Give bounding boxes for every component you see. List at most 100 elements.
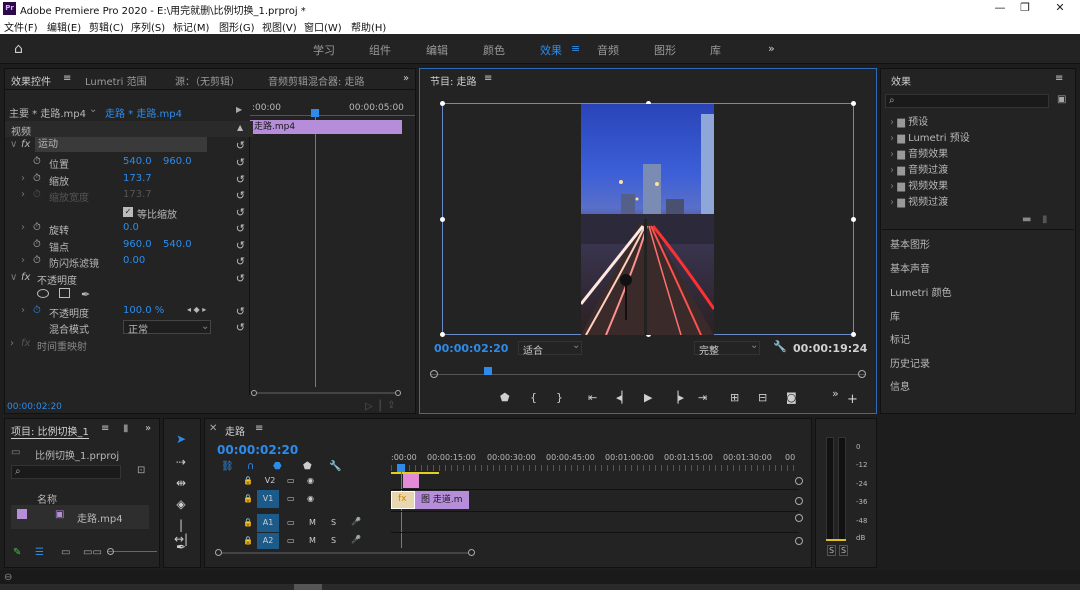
expand-icon[interactable]: › xyxy=(21,173,25,184)
transform-handle[interactable] xyxy=(851,101,856,106)
v1-clip[interactable]: 图 走道.m xyxy=(415,491,469,509)
panel-markers[interactable]: 标记 xyxy=(890,331,910,346)
keyframe-nav-icon[interactable]: ◂ ◆ ▸ xyxy=(187,305,206,314)
lift-icon[interactable]: ⊞ xyxy=(730,391,739,404)
step-forward-icon[interactable]: ▕▸ xyxy=(670,391,684,404)
timeline-playhead[interactable] xyxy=(397,464,405,472)
linked-selection-icon[interactable]: ⬣ xyxy=(273,461,282,472)
play-icon[interactable]: ▶ xyxy=(644,391,652,404)
tab-effect-controls[interactable]: 效果控件 xyxy=(11,73,51,88)
zoom-slider[interactable] xyxy=(107,548,157,555)
menu-sequence[interactable]: 序列(S) xyxy=(131,19,165,34)
add-marker-icon[interactable]: ⬟ xyxy=(303,461,312,472)
stopwatch-active-icon[interactable]: ⏱ xyxy=(33,305,41,316)
sync-lock-icon[interactable]: ▭ xyxy=(287,494,295,503)
export-frame-icon[interactable]: ◙ xyxy=(786,391,797,404)
reset-icon[interactable]: ↺ xyxy=(236,255,245,268)
ws-effects[interactable]: 效果 xyxy=(540,42,562,58)
project-item-row[interactable]: ▣ 走路.mp4 xyxy=(11,505,149,529)
lock-icon[interactable]: 🔒 xyxy=(243,518,253,527)
timeline-ruler[interactable]: :00:00 00:00:15:00 00:00:30:00 00:00:45:… xyxy=(391,449,799,475)
expand-icon[interactable]: › xyxy=(21,222,25,233)
scale-value[interactable]: 173.7 xyxy=(123,173,152,184)
menu-help[interactable]: 帮助(H) xyxy=(351,19,386,34)
panel-history[interactable]: 历史记录 xyxy=(890,355,930,370)
nest-icon[interactable]: ⛓ xyxy=(221,461,234,472)
v2-clip[interactable] xyxy=(403,474,419,488)
sync-lock-icon[interactable]: ▭ xyxy=(287,536,295,545)
v1-clip-thumbnail[interactable]: fx xyxy=(391,491,415,509)
track-a1-header[interactable]: 🔒 A1 ▭ M S 🎤 xyxy=(207,514,389,532)
ws-editing[interactable]: 编辑 xyxy=(426,42,448,58)
anchor-x[interactable]: 960.0 xyxy=(123,239,152,250)
effects-item-video-effects[interactable]: › ▆ 视频效果 xyxy=(890,177,948,192)
reset-icon[interactable]: ↺ xyxy=(236,206,245,219)
track-label-a2[interactable]: A2 xyxy=(257,533,279,549)
name-column-header[interactable]: 名称 xyxy=(37,491,57,506)
menu-graphics[interactable]: 图形(G) xyxy=(219,19,255,34)
project-item-name[interactable]: 走路.mp4 xyxy=(77,510,123,525)
extract-icon[interactable]: ⊟ xyxy=(758,391,767,404)
project-search-input[interactable]: ⌕ xyxy=(11,465,121,479)
track-label-v2[interactable]: V2 xyxy=(261,476,279,485)
expand-icon[interactable]: › xyxy=(21,255,25,266)
razor-tool-icon[interactable]: ◈ xyxy=(172,497,190,515)
ws-learn[interactable]: 学习 xyxy=(313,42,335,58)
find-icon[interactable]: ⊡ xyxy=(137,465,145,476)
timeline-menu-icon[interactable]: ≡ xyxy=(255,423,263,434)
position-x[interactable]: 540.0 xyxy=(123,156,152,167)
ws-color[interactable]: 颜色 xyxy=(483,42,505,58)
time-remap-label[interactable]: 时间重映射 xyxy=(37,338,87,353)
project-menu-icon[interactable]: ≡ xyxy=(101,423,109,434)
ellipse-mask-icon[interactable] xyxy=(37,289,49,298)
project-title[interactable]: 项目: 比例切换_1 xyxy=(11,423,89,439)
stopwatch-icon[interactable]: ⏱ xyxy=(33,173,41,184)
anchor-y[interactable]: 540.0 xyxy=(163,239,192,250)
motion-label[interactable]: 运动 xyxy=(35,137,207,152)
taskbar-button[interactable] xyxy=(294,584,322,590)
go-to-out-icon[interactable]: ⇥ xyxy=(698,391,707,404)
freeform-view-icon[interactable]: ▭▭ xyxy=(83,547,102,558)
panel-more-icon[interactable]: » xyxy=(403,73,409,84)
program-timecode[interactable]: 00:00:02:20 xyxy=(434,342,508,355)
mute-button[interactable]: M xyxy=(309,536,316,545)
close-sequence-icon[interactable]: ✕ xyxy=(209,423,217,434)
v-scroll-knob[interactable] xyxy=(795,537,803,545)
reset-icon[interactable]: ↺ xyxy=(236,156,245,169)
home-icon[interactable]: ⌂ xyxy=(14,41,23,57)
timeline-timecode[interactable]: 00:00:02:20 xyxy=(217,443,298,457)
ec-timecode[interactable]: 00:00:02:20 xyxy=(7,402,62,412)
solo-left-button[interactable]: S xyxy=(827,545,837,556)
expand-icon[interactable]: › xyxy=(21,305,25,316)
list-view-icon[interactable]: ☰ xyxy=(35,547,44,558)
menu-edit[interactable]: 编辑(E) xyxy=(47,19,81,34)
effects-menu-icon[interactable]: ≡ xyxy=(1055,73,1063,84)
solo-button[interactable]: S xyxy=(331,518,336,527)
tab-audio-clip-mixer[interactable]: 音频剪辑混合器: 走路 xyxy=(268,73,365,88)
ws-assembly[interactable]: 组件 xyxy=(369,42,391,58)
effects-search-input[interactable]: ⌕ xyxy=(885,94,1049,108)
transform-handle[interactable] xyxy=(851,217,856,222)
sync-lock-icon[interactable]: ▭ xyxy=(287,518,295,527)
menu-file[interactable]: 文件(F) xyxy=(4,19,38,34)
play-clip-icon[interactable]: ▶ xyxy=(236,105,242,114)
chevron-down-icon[interactable]: ⌄ xyxy=(750,340,758,351)
fx-icon[interactable]: fx xyxy=(21,139,30,150)
program-title[interactable]: 节目: 走路 xyxy=(430,73,477,88)
reset-icon[interactable]: ↺ xyxy=(236,173,245,186)
wrench-icon[interactable]: 🔧 xyxy=(773,340,787,353)
opacity-expand-icon[interactable]: ∨ xyxy=(10,272,17,283)
effects-item-presets[interactable]: › ▆ 预设 xyxy=(890,113,928,128)
go-to-in-icon[interactable]: ⇤ xyxy=(588,391,597,404)
mark-out-icon[interactable]: } xyxy=(556,391,563,404)
ws-libraries[interactable]: 库 xyxy=(710,42,721,58)
step-back-icon[interactable]: ◂▏ xyxy=(616,391,630,404)
export-icon[interactable]: ⇪ xyxy=(387,400,395,411)
pencil-icon[interactable]: ✎ xyxy=(13,547,21,558)
timeline-title[interactable]: 走路 xyxy=(225,423,245,438)
filter-icon[interactable]: ▷▕ xyxy=(365,401,380,412)
transform-handle[interactable] xyxy=(851,332,856,337)
reset-icon[interactable]: ↺ xyxy=(236,189,245,202)
track-a2-header[interactable]: 🔒 A2 ▭ M S 🎤 xyxy=(207,533,389,549)
add-marker-icon[interactable]: ⬟ xyxy=(500,391,510,404)
